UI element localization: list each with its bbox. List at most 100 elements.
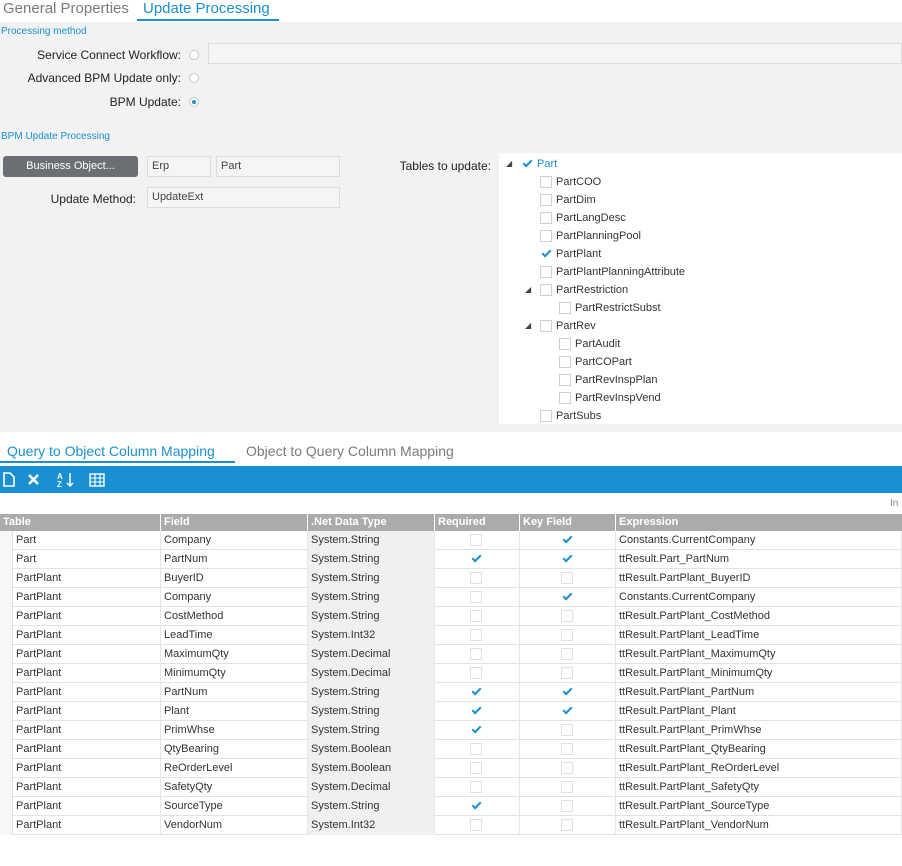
header-data-type[interactable]: .Net Data Type bbox=[308, 514, 435, 531]
header-key-field[interactable]: Key Field bbox=[520, 514, 616, 531]
cell-expression[interactable]: ttResult.PartPlant_PrimWhse bbox=[616, 721, 902, 740]
key-field-checkbox[interactable] bbox=[561, 743, 573, 755]
row-selector[interactable] bbox=[0, 778, 13, 797]
cell-data-type[interactable]: System.String bbox=[308, 607, 435, 626]
table-row[interactable]: PartPlant CostMethod System.String ttResult… bbox=[0, 607, 902, 626]
cell-table[interactable]: Part bbox=[13, 550, 161, 569]
cell-table[interactable]: PartPlant bbox=[13, 759, 161, 778]
tree-checkbox[interactable] bbox=[540, 266, 552, 278]
cell-data-type[interactable]: System.Decimal bbox=[308, 778, 435, 797]
cell-expression[interactable]: ttResult.PartPlant_SafetyQty bbox=[616, 778, 902, 797]
key-field-checkbox[interactable] bbox=[561, 533, 573, 546]
cell-data-type[interactable]: System.String bbox=[308, 797, 435, 816]
required-checkbox[interactable] bbox=[470, 648, 482, 660]
tab-general-properties[interactable]: General Properties bbox=[3, 0, 129, 18]
delete-icon[interactable] bbox=[27, 473, 40, 486]
cell-table[interactable]: PartPlant bbox=[13, 588, 161, 607]
required-checkbox[interactable] bbox=[470, 610, 482, 622]
update-method-field[interactable]: UpdateExt bbox=[147, 187, 340, 208]
cell-table[interactable]: Part bbox=[13, 531, 161, 550]
cell-data-type[interactable]: System.String bbox=[308, 683, 435, 702]
workflow-input[interactable] bbox=[208, 43, 902, 64]
cell-data-type[interactable]: System.Decimal bbox=[308, 645, 435, 664]
row-selector[interactable] bbox=[0, 740, 13, 759]
key-field-checkbox[interactable] bbox=[561, 685, 573, 698]
required-checkbox[interactable] bbox=[470, 629, 482, 641]
cell-table[interactable]: PartPlant bbox=[13, 626, 161, 645]
required-checkbox[interactable] bbox=[470, 704, 482, 717]
cell-field[interactable]: Company bbox=[161, 531, 308, 550]
tree-checkbox[interactable] bbox=[559, 302, 571, 314]
row-selector[interactable] bbox=[0, 626, 13, 645]
cell-field[interactable]: ReOrderLevel bbox=[161, 759, 308, 778]
required-checkbox[interactable] bbox=[470, 799, 482, 812]
tree-node[interactable]: PartCOO bbox=[499, 173, 899, 191]
table-row[interactable]: PartPlant SafetyQty System.Decimal ttResult… bbox=[0, 778, 902, 797]
cell-field[interactable]: SafetyQty bbox=[161, 778, 308, 797]
tree-node[interactable]: PartRevInspPlan bbox=[499, 371, 899, 389]
cell-data-type[interactable]: System.Boolean bbox=[308, 759, 435, 778]
required-checkbox[interactable] bbox=[470, 762, 482, 774]
key-field-checkbox[interactable] bbox=[561, 629, 573, 641]
row-selector[interactable] bbox=[0, 702, 13, 721]
table-row[interactable]: PartPlant Plant System.String ttResult.Part… bbox=[0, 702, 902, 721]
cell-field[interactable]: Plant bbox=[161, 702, 308, 721]
cell-data-type[interactable]: System.Int32 bbox=[308, 626, 435, 645]
tab-object-to-query-mapping[interactable]: Object to Query Column Mapping bbox=[246, 443, 454, 460]
cell-field[interactable]: SourceType bbox=[161, 797, 308, 816]
cell-expression[interactable]: ttResult.PartPlant_MinimumQty bbox=[616, 664, 902, 683]
cell-field[interactable]: BuyerID bbox=[161, 569, 308, 588]
cell-table[interactable]: PartPlant bbox=[13, 664, 161, 683]
tree-node[interactable]: PartRevInspVend bbox=[499, 389, 899, 407]
cell-data-type[interactable]: System.String bbox=[308, 550, 435, 569]
tree-checkbox[interactable] bbox=[540, 176, 552, 188]
tree-node[interactable]: ◢ Part bbox=[499, 155, 899, 173]
required-checkbox[interactable] bbox=[470, 819, 482, 831]
required-checkbox[interactable] bbox=[470, 572, 482, 584]
row-selector[interactable] bbox=[0, 607, 13, 626]
key-field-checkbox[interactable] bbox=[561, 762, 573, 774]
table-row[interactable]: PartPlant ReOrderLevel System.Boolean ttRes… bbox=[0, 759, 902, 778]
cell-data-type[interactable]: System.Boolean bbox=[308, 740, 435, 759]
cell-table[interactable]: PartPlant bbox=[13, 683, 161, 702]
cell-field[interactable]: QtyBearing bbox=[161, 740, 308, 759]
tree-node[interactable]: ◢ PartRev bbox=[499, 317, 899, 335]
cell-field[interactable]: PartNum bbox=[161, 550, 308, 569]
tree-checkbox[interactable] bbox=[521, 157, 533, 170]
cell-expression[interactable]: ttResult.PartPlant_CostMethod bbox=[616, 607, 902, 626]
cell-table[interactable]: PartPlant bbox=[13, 607, 161, 626]
cell-field[interactable]: MinimumQty bbox=[161, 664, 308, 683]
cell-field[interactable]: PartNum bbox=[161, 683, 308, 702]
tree-node[interactable]: PartDim bbox=[499, 191, 899, 209]
tree-node[interactable]: ◢ PartRestriction bbox=[499, 281, 899, 299]
row-selector[interactable] bbox=[0, 645, 13, 664]
tree-checkbox[interactable] bbox=[559, 356, 571, 368]
cell-table[interactable]: PartPlant bbox=[13, 569, 161, 588]
tree-checkbox[interactable] bbox=[540, 410, 552, 422]
header-field[interactable]: Field bbox=[161, 514, 308, 531]
tree-node[interactable]: PartPlanningPool bbox=[499, 227, 899, 245]
key-field-checkbox[interactable] bbox=[561, 704, 573, 717]
cell-expression[interactable]: ttResult.PartPlant_ReOrderLevel bbox=[616, 759, 902, 778]
row-selector[interactable] bbox=[0, 569, 13, 588]
tree-checkbox[interactable] bbox=[540, 247, 552, 260]
row-selector[interactable] bbox=[0, 797, 13, 816]
cell-expression[interactable]: ttResult.Part_PartNum bbox=[616, 550, 902, 569]
cell-field[interactable]: LeadTime bbox=[161, 626, 308, 645]
cell-data-type[interactable]: System.Decimal bbox=[308, 664, 435, 683]
cell-field[interactable]: PrimWhse bbox=[161, 721, 308, 740]
cell-table[interactable]: PartPlant bbox=[13, 740, 161, 759]
table-row[interactable]: PartPlant VendorNum System.Int32 ttResult.P… bbox=[0, 816, 902, 835]
row-selector[interactable] bbox=[0, 550, 13, 569]
key-field-checkbox[interactable] bbox=[561, 781, 573, 793]
bo-name-field[interactable]: Part bbox=[216, 156, 340, 177]
row-selector[interactable] bbox=[0, 759, 13, 778]
tree-node[interactable]: PartPlant bbox=[499, 245, 899, 263]
cell-field[interactable]: Company bbox=[161, 588, 308, 607]
required-checkbox[interactable] bbox=[470, 685, 482, 698]
row-selector[interactable] bbox=[0, 588, 13, 607]
header-required[interactable]: Required bbox=[435, 514, 520, 531]
cell-table[interactable]: PartPlant bbox=[13, 797, 161, 816]
required-checkbox[interactable] bbox=[470, 591, 482, 603]
cell-expression[interactable]: Constants.CurrentCompany bbox=[616, 588, 902, 607]
